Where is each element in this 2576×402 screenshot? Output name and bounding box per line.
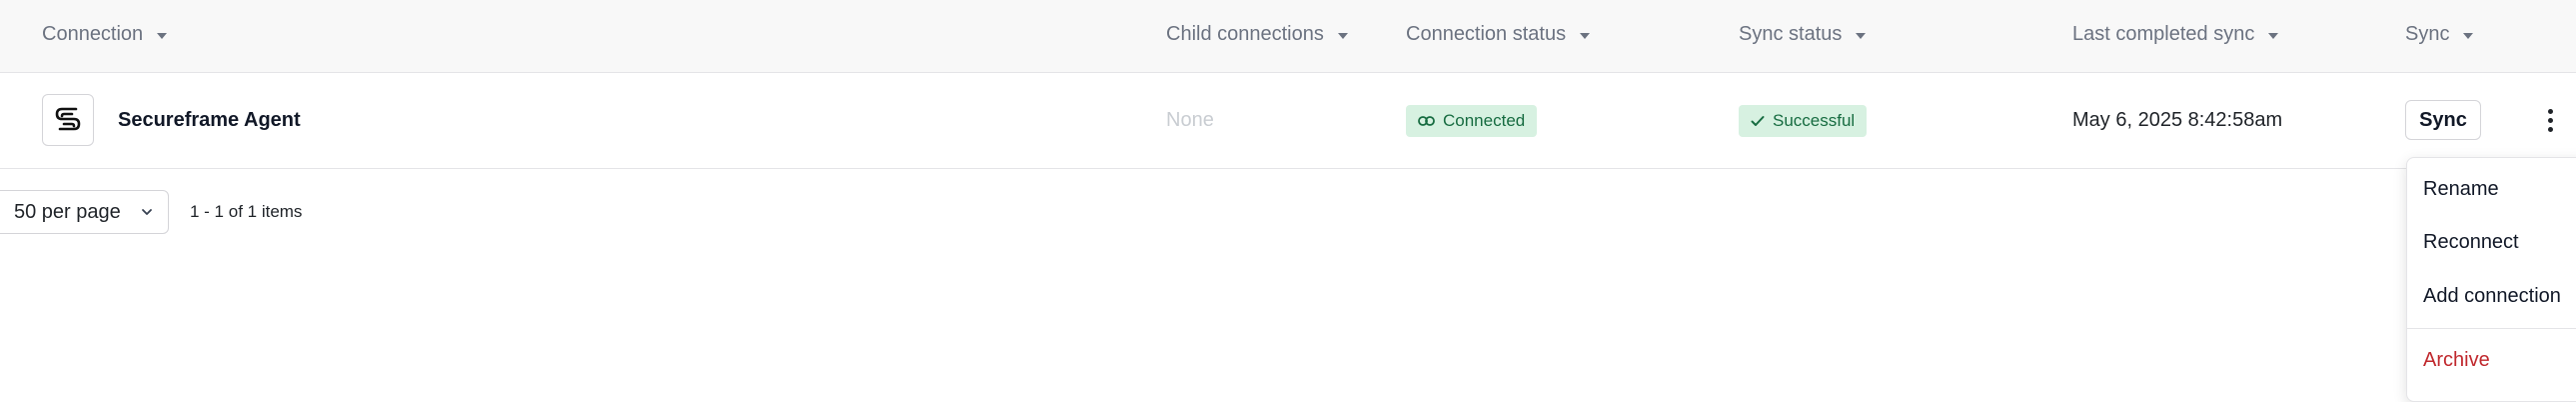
column-header-child-connections[interactable]: Child connections <box>1166 0 1348 68</box>
connection-name[interactable]: Secureframe Agent <box>118 73 301 168</box>
sort-caret-icon <box>157 32 168 39</box>
sync-status-badge: Successful <box>1739 104 1868 137</box>
sort-caret-icon <box>2463 32 2474 39</box>
row-actions-menu: Rename Reconnect Add connection Archive <box>2406 157 2576 402</box>
menu-item-rename[interactable]: Rename <box>2407 164 2576 214</box>
column-header-last-completed-sync[interactable]: Last completed sync <box>2072 0 2279 68</box>
column-header-connection[interactable]: Connection <box>42 0 168 68</box>
link-icon <box>1418 115 1435 126</box>
sort-caret-icon <box>2268 32 2279 39</box>
secureframe-logo-icon <box>42 94 94 146</box>
last-completed-sync-value: May 6, 2025 8:42:58am <box>2072 109 2283 131</box>
column-header-connection-status[interactable]: Connection status <box>1406 0 1591 68</box>
sync-status-text: Successful <box>1773 110 1856 130</box>
child-connections-value: None <box>1166 109 1214 131</box>
menu-item-archive[interactable]: Archive <box>2407 335 2576 385</box>
column-header-sync-status[interactable]: Sync status <box>1739 0 1867 68</box>
more-options-icon[interactable] <box>2536 100 2564 140</box>
check-icon <box>1751 115 1765 126</box>
menu-item-add-connection[interactable]: Add connection <box>2407 271 2576 321</box>
chevron-down-icon <box>142 209 152 215</box>
table-row: Secureframe Agent None Connected Success… <box>0 73 2576 169</box>
menu-item-reconnect[interactable]: Reconnect <box>2407 217 2576 267</box>
column-header-label: Last completed sync <box>2072 22 2255 45</box>
sort-caret-icon <box>1337 32 1348 39</box>
column-header-label: Connection <box>42 22 144 45</box>
column-header-label: Child connections <box>1166 22 1324 45</box>
pagination-info: 1 - 1 of 1 items <box>190 202 303 221</box>
sync-button[interactable]: Sync <box>2405 100 2481 140</box>
column-header-label: Sync status <box>1739 22 1843 45</box>
sync-status-cell: Successful <box>1739 73 1868 168</box>
per-page-value: 50 per page <box>14 200 121 223</box>
column-header-label: Sync <box>2405 22 2450 45</box>
menu-divider <box>2407 328 2576 329</box>
connection-status-cell: Connected <box>1406 73 1538 168</box>
column-header-label: Connection status <box>1406 22 1567 45</box>
table-header: Connection Child connections Connection … <box>0 0 2576 73</box>
sort-caret-icon <box>1856 32 1867 39</box>
column-header-sync[interactable]: Sync <box>2405 0 2474 68</box>
per-page-select[interactable]: 50 per page <box>0 190 169 234</box>
connection-status-text: Connected <box>1443 110 1526 130</box>
connection-status-badge: Connected <box>1406 104 1538 137</box>
sort-caret-icon <box>1580 32 1591 39</box>
